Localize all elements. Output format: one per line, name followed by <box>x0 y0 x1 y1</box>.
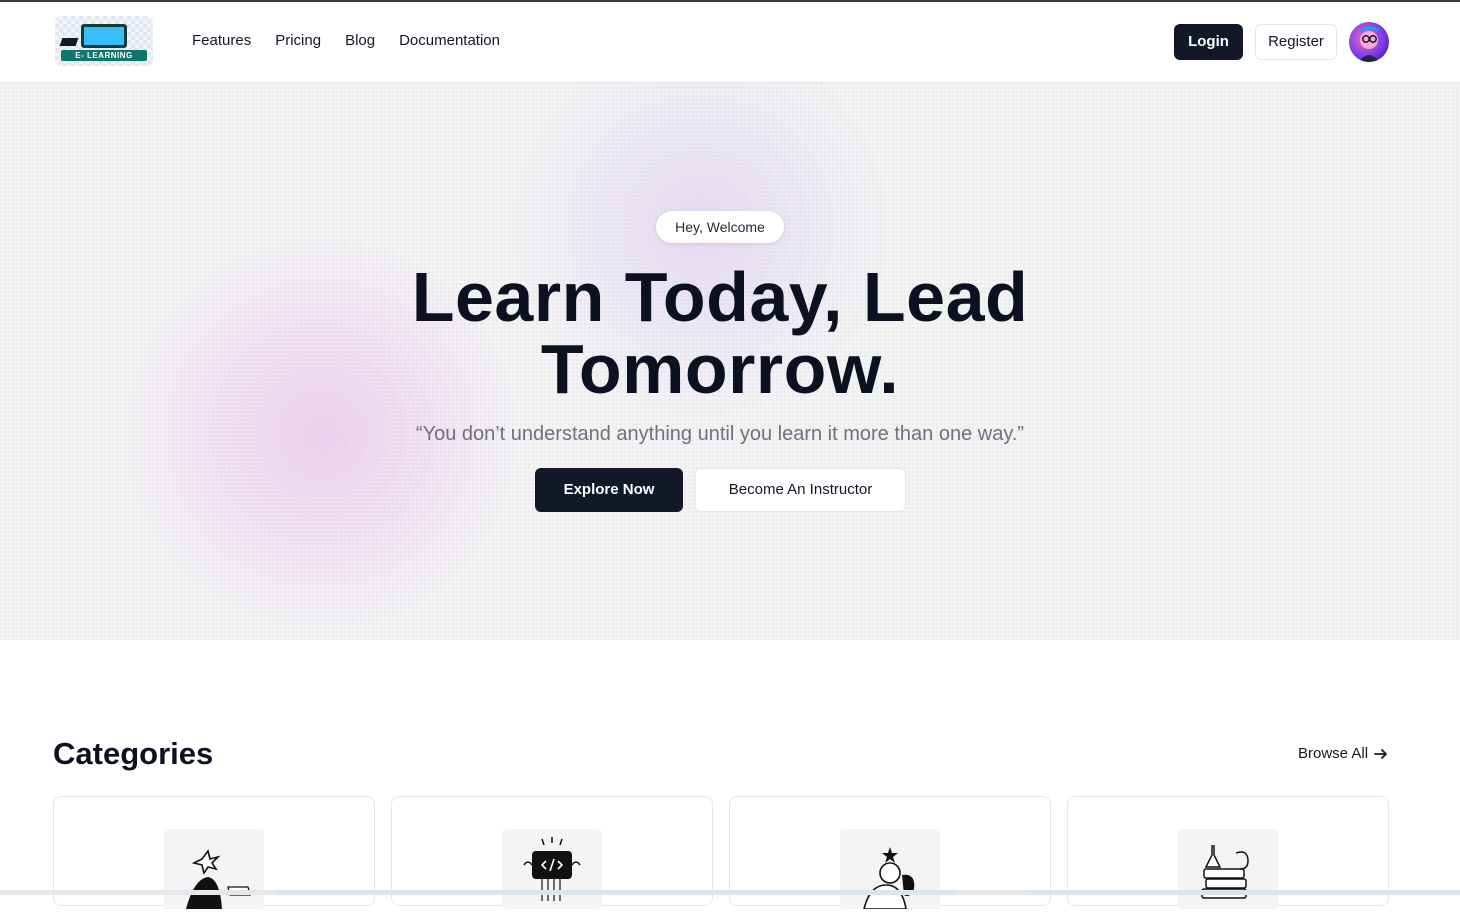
nav-blog[interactable]: Blog <box>345 32 375 49</box>
graduation-cap-icon <box>59 38 79 46</box>
horizontal-scrollbar[interactable] <box>0 890 1460 895</box>
nav-features[interactable]: Features <box>192 32 251 49</box>
explore-now-button[interactable]: Explore Now <box>535 468 683 512</box>
browse-all-label: Browse All <box>1298 745 1369 762</box>
site-header: E- LEARNING Features Pricing Blog Docume… <box>0 2 1460 83</box>
headline-line-2: Tomorrow. <box>540 330 900 408</box>
logo-text: E- LEARNING <box>61 50 147 61</box>
register-button[interactable]: Register <box>1255 24 1337 60</box>
laptop-icon <box>81 24 127 48</box>
headline-line-1: Learn Today, Lead <box>411 258 1029 336</box>
logo[interactable]: E- LEARNING <box>55 16 153 66</box>
code-window-illustration-icon <box>502 829 602 909</box>
scrollbar-thumb[interactable] <box>276 890 956 895</box>
nav-documentation[interactable]: Documentation <box>399 32 500 49</box>
person-star-illustration-icon <box>164 829 264 909</box>
hero-quote: “You don’t understand anything until you… <box>415 423 1025 445</box>
scrollbar-track-highlight <box>1030 890 1460 895</box>
browse-all-link[interactable]: Browse All <box>1298 745 1388 762</box>
become-instructor-button[interactable]: Become An Instructor <box>695 468 906 512</box>
main-nav: Features Pricing Blog Documentation <box>192 32 500 49</box>
avatar[interactable] <box>1349 22 1389 62</box>
hero-headline: Learn Today, Lead Tomorrow. <box>330 261 1110 405</box>
nav-pricing[interactable]: Pricing <box>275 32 321 49</box>
welcome-badge: Hey, Welcome <box>656 211 784 243</box>
science-stack-illustration-icon <box>1178 829 1278 909</box>
login-button[interactable]: Login <box>1174 24 1243 60</box>
categories-title: Categories <box>53 736 214 771</box>
hero-section: Hey, Welcome Learn Today, Lead Tomorrow.… <box>0 83 1460 640</box>
arrow-right-icon <box>1374 748 1387 759</box>
person-idea-illustration-icon <box>840 829 940 910</box>
avatar-character-icon <box>1359 26 1379 62</box>
